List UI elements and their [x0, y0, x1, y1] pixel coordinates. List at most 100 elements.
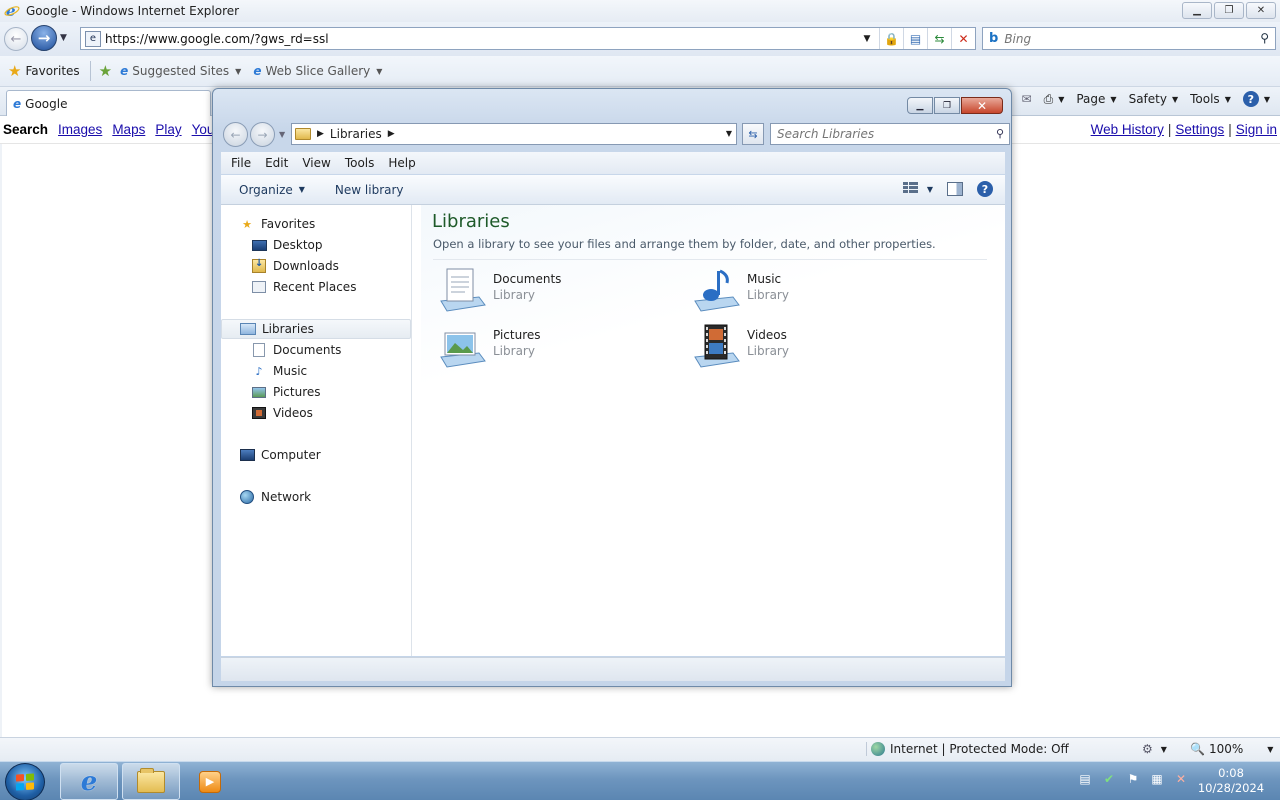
recent-locations-dropdown[interactable]: ▼	[279, 130, 285, 139]
breadcrumb-arrow-icon[interactable]: ▶	[388, 129, 395, 139]
network-status-icon[interactable]: ▦	[1148, 770, 1166, 788]
menu-edit[interactable]: Edit	[265, 156, 288, 170]
system-clock[interactable]: 0:08 10/28/2024	[1196, 766, 1266, 796]
nav-favorites[interactable]: ★ Favorites	[221, 214, 411, 234]
suggested-sites-button[interactable]: e Suggested Sites ▼	[120, 64, 241, 78]
menu-help[interactable]: Help	[388, 156, 415, 170]
volume-muted-icon[interactable]: ✕	[1172, 770, 1190, 788]
address-dropdown-icon[interactable]: ▼	[855, 28, 879, 49]
explorer-search-input[interactable]	[777, 127, 982, 141]
recent-pages-dropdown[interactable]: ▼	[60, 33, 67, 43]
favorites-button[interactable]: ★ Favorites	[8, 62, 80, 80]
action-center-flag-icon[interactable]: ⚑	[1124, 770, 1142, 788]
nav-pictures[interactable]: Pictures	[221, 382, 411, 402]
google-nav-images[interactable]: Images	[58, 122, 102, 137]
explorer-search-box[interactable]: ⚲	[770, 123, 1010, 145]
address-history-dropdown[interactable]: ▼	[726, 129, 732, 138]
new-library-button[interactable]: New library	[323, 183, 422, 197]
nav-music[interactable]: ♪ Music	[221, 361, 411, 381]
start-button[interactable]	[5, 763, 45, 800]
nav-recent-places[interactable]: Recent Places	[221, 277, 411, 297]
nav-desktop[interactable]: Desktop	[221, 235, 411, 255]
organize-button[interactable]: Organize ▼	[221, 183, 323, 197]
menu-view[interactable]: View	[302, 156, 330, 170]
breadcrumb-libraries[interactable]: Libraries	[330, 127, 382, 141]
taskbar-internet-explorer[interactable]: e	[60, 763, 118, 800]
tab-title: Google	[25, 96, 68, 111]
web-history-link[interactable]: Web History	[1091, 122, 1164, 137]
print-icon: ⎙	[1043, 91, 1054, 106]
compatibility-view-icon[interactable]: ▤	[903, 28, 927, 49]
google-nav-play[interactable]: Play	[155, 122, 181, 137]
change-view-button[interactable]: ▼	[902, 182, 933, 196]
google-nav-search[interactable]: Search	[3, 122, 48, 137]
music-library-icon	[693, 267, 741, 313]
nav-label: Computer	[261, 448, 321, 462]
clock-date: 10/28/2024	[1197, 781, 1265, 795]
explorer-maximize-button[interactable]: ❐	[934, 97, 960, 114]
address-bar[interactable]: e ▼ 🔒 ▤ ⇆ ✕	[80, 27, 976, 50]
close-button[interactable]: ✕	[1246, 2, 1276, 19]
lock-icon[interactable]: 🔒	[879, 28, 903, 49]
back-button[interactable]: ←	[4, 27, 28, 51]
taskbar-media-player[interactable]: ▶	[182, 763, 238, 800]
nav-network[interactable]: Network	[221, 487, 411, 507]
explorer-refresh-button[interactable]: ⇆	[742, 123, 764, 145]
google-services-nav: Search Images Maps Play You	[3, 122, 214, 137]
restore-button[interactable]: ❐	[1214, 2, 1244, 19]
explorer-forward-button[interactable]: →	[250, 122, 275, 147]
print-button[interactable]: ⎙ ▼	[1044, 92, 1065, 107]
minimize-button[interactable]: ▁	[1182, 2, 1212, 19]
web-search-input[interactable]	[1004, 31, 1225, 46]
library-item-music[interactable]: Music Library	[693, 267, 923, 315]
search-icon[interactable]: ⚲	[1260, 31, 1269, 45]
explorer-minimize-button[interactable]: ▁	[907, 97, 933, 114]
explorer-close-button[interactable]: ✕	[961, 97, 1003, 114]
library-item-pictures[interactable]: Pictures Library	[439, 323, 669, 371]
google-nav-maps[interactable]: Maps	[112, 122, 145, 137]
read-mail-icon[interactable]: ✉	[1022, 92, 1032, 106]
settings-link[interactable]: Settings	[1175, 122, 1224, 137]
nav-videos[interactable]: Videos	[221, 403, 411, 423]
add-to-favorites-bar-button[interactable]: ★	[99, 62, 112, 80]
minimize-icon: ▁	[916, 100, 924, 111]
protected-mode-tools[interactable]: ⚙ ▼	[1142, 742, 1167, 756]
taskbar-windows-explorer[interactable]	[122, 763, 180, 800]
menu-tools[interactable]: Tools	[345, 156, 375, 170]
tab-google[interactable]: e Google	[6, 90, 211, 116]
breadcrumb-arrow-icon[interactable]: ▶	[317, 129, 324, 139]
page-menu[interactable]: Page ▼	[1076, 92, 1116, 106]
internet-explorer-icon: e	[80, 766, 98, 797]
ie-caption-buttons: ▁ ❐ ✕	[1182, 2, 1276, 19]
ie-title-bar[interactable]: e Google - Windows Internet Explorer ▁ ❐…	[0, 0, 1280, 22]
explorer-address-bar[interactable]: ▶ Libraries ▶ ▼	[291, 123, 737, 145]
web-slice-gallery-button[interactable]: e Web Slice Gallery ▼	[253, 64, 382, 78]
security-zone[interactable]: Internet | Protected Mode: Off	[866, 742, 1069, 756]
preview-pane-icon[interactable]	[947, 182, 963, 196]
explorer-back-button[interactable]: ←	[223, 122, 248, 147]
library-item-videos[interactable]: Videos Library	[693, 323, 923, 371]
google-nav-youtube[interactable]: You	[192, 122, 215, 137]
refresh-icon[interactable]: ⇆	[927, 28, 951, 49]
tray-document-icon[interactable]: ▤	[1076, 770, 1094, 788]
library-item-documents[interactable]: Documents Library	[439, 267, 669, 315]
tray-security-icon[interactable]: ✔	[1100, 770, 1118, 788]
favorites-bar: ★ Favorites ★ e Suggested Sites ▼ e Web …	[0, 56, 1280, 87]
menu-file[interactable]: File	[231, 156, 251, 170]
address-input[interactable]	[105, 31, 845, 46]
zoom-control[interactable]: 🔍 100% ▼	[1190, 742, 1273, 756]
nav-documents[interactable]: Documents	[221, 340, 411, 360]
stop-icon[interactable]: ✕	[951, 28, 975, 49]
help-menu[interactable]: ? ▼	[1242, 91, 1270, 107]
safety-menu[interactable]: Safety ▼	[1129, 92, 1179, 106]
chevron-down-icon: ▼	[1267, 744, 1274, 754]
nav-libraries[interactable]: Libraries	[221, 319, 411, 339]
nav-computer[interactable]: Computer	[221, 445, 411, 465]
web-search-box[interactable]: b ⚲	[982, 27, 1276, 50]
forward-button[interactable]: →	[31, 25, 57, 51]
nav-downloads[interactable]: Downloads	[221, 256, 411, 276]
libraries-explorer-window[interactable]: ▁ ❐ ✕ ← → ▼ ▶ Libraries ▶ ▼ ⇆ ⚲ File Edi…	[212, 88, 1012, 687]
tools-menu[interactable]: Tools ▼	[1190, 92, 1231, 106]
sign-in-link[interactable]: Sign in	[1236, 122, 1277, 137]
help-icon[interactable]: ?	[977, 181, 993, 197]
